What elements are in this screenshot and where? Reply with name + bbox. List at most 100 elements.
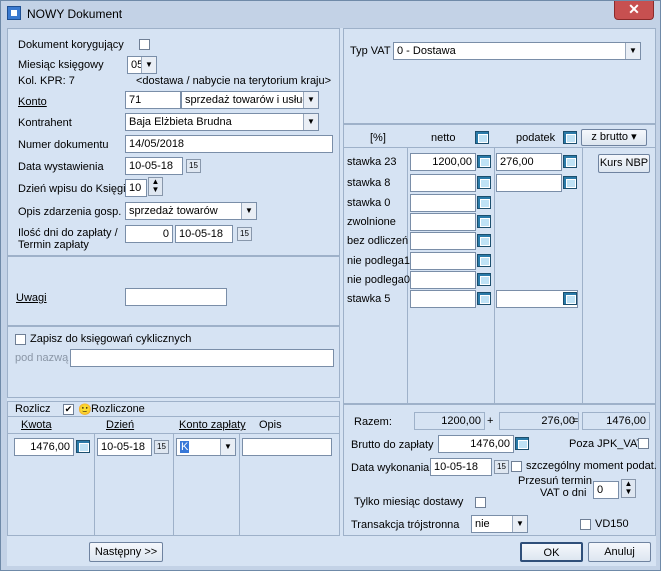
- netto-stawka-8[interactable]: [410, 174, 476, 192]
- vd150-label: VD150: [595, 518, 629, 530]
- rozlicz-konto-select[interactable]: K ▼: [176, 438, 236, 456]
- przesun-input[interactable]: 0: [593, 481, 619, 499]
- ok-button[interactable]: OK: [520, 542, 583, 562]
- kontrahent-label: Kontrahent: [18, 117, 72, 129]
- vd150-checkbox[interactable]: [580, 519, 591, 530]
- header-opis: Opis: [259, 419, 282, 431]
- calculator-icon[interactable]: [477, 273, 491, 286]
- rozlicz-dzien-input[interactable]: 10-05-18: [97, 438, 152, 456]
- kontrahent-select[interactable]: Baja Elżbieta Brudna ▼: [125, 113, 319, 131]
- dialog-window: NOWY Dokument ✕ Dokument korygujący Mies…: [0, 0, 661, 571]
- data-wyst-input[interactable]: 10-05-18: [125, 157, 183, 175]
- calculator-icon[interactable]: [477, 196, 491, 209]
- pod-nazwa-input[interactable]: [70, 349, 334, 367]
- konto-desc-select[interactable]: sprzedaż towarów i usług ▼: [181, 91, 319, 109]
- calculator-icon[interactable]: [563, 176, 577, 189]
- data-wyk-label: Data wykonania: [351, 462, 430, 474]
- razem-netto: 1200,00: [414, 412, 485, 430]
- konto-input[interactable]: 71: [125, 91, 181, 109]
- anuluj-button[interactable]: Anuluj: [588, 542, 651, 562]
- divider: [239, 433, 240, 535]
- spin-icon[interactable]: ▲ ▼: [148, 177, 163, 196]
- calendar-icon[interactable]: 15: [186, 159, 201, 173]
- brutto-label: Brutto do zapłaty: [351, 439, 434, 451]
- chevron-down-icon: ▼: [141, 57, 156, 73]
- calculator-icon[interactable]: [563, 155, 577, 168]
- calculator-icon[interactable]: [515, 437, 529, 450]
- calculator-icon[interactable]: [477, 254, 491, 267]
- opis-select[interactable]: sprzedaż towarów ▼: [125, 202, 257, 220]
- miesiac-select[interactable]: 05 ▼: [127, 56, 157, 74]
- app-icon: [7, 6, 21, 20]
- calculator-icon[interactable]: [76, 440, 90, 453]
- kurs-nbp-button[interactable]: Kurs NBP: [598, 154, 650, 173]
- rozliczone-checkbox[interactable]: ✔: [63, 404, 74, 415]
- dzien-wpisu-input[interactable]: 10: [125, 179, 147, 197]
- typ-vat-select[interactable]: 0 - Dostawa ▼: [393, 42, 641, 60]
- netto-nie-podlega0[interactable]: [410, 271, 476, 289]
- data-wyk-input[interactable]: 10-05-18: [430, 458, 492, 476]
- typ-vat-text: Typ VAT: [350, 45, 391, 57]
- netto-zwolnione[interactable]: [410, 213, 476, 231]
- calculator-icon[interactable]: [477, 234, 491, 247]
- tylko-checkbox[interactable]: [475, 497, 486, 508]
- podatek-stawka-8[interactable]: [496, 174, 562, 192]
- zapisz-checkbox[interactable]: [15, 334, 26, 345]
- calendar-icon[interactable]: 15: [494, 460, 509, 474]
- netto-stawka-23[interactable]: 1200,00: [410, 153, 476, 171]
- calculator-icon[interactable]: [477, 155, 491, 168]
- netto-stawka-0[interactable]: [410, 194, 476, 212]
- spin-icon[interactable]: ▲ ▼: [621, 479, 636, 498]
- chevron-down-icon: ▼: [241, 203, 256, 219]
- podatek-calc-icon[interactable]: [563, 131, 577, 144]
- uwagi-input[interactable]: [125, 288, 227, 306]
- rozlicz-konto-value: K: [180, 441, 190, 453]
- ilosc-input[interactable]: 0: [125, 225, 173, 243]
- row-label-zwolnione: zwolnione: [347, 216, 396, 228]
- rozlicz-opis-input[interactable]: [242, 438, 332, 456]
- calculator-icon[interactable]: [563, 292, 577, 305]
- chevron-down-icon: ▼: [625, 43, 640, 59]
- miesiac-label: Miesiąc księgowy: [18, 59, 104, 71]
- calendar-icon[interactable]: 15: [154, 440, 169, 454]
- kol-kpr: Kol. KPR: 7: [18, 75, 75, 87]
- smiley-icon: 🙂: [78, 404, 92, 416]
- row-label-stawka-5: stawka 5: [347, 293, 391, 305]
- header-kwota: Kwota: [21, 419, 52, 431]
- korygujacy-checkbox[interactable]: [139, 39, 150, 50]
- numer-input[interactable]: 14/05/2018: [125, 135, 333, 153]
- korygujacy-label: Dokument korygujący: [18, 39, 124, 51]
- calculator-icon[interactable]: [477, 292, 491, 305]
- equals-sign: =: [572, 415, 579, 427]
- przesun-label-1: Przesuń termin: [518, 475, 592, 487]
- szczegolny-label: szczególny moment podat.: [526, 460, 657, 472]
- divider: [582, 147, 583, 404]
- close-button[interactable]: ✕: [614, 1, 654, 20]
- poza-jpk-checkbox[interactable]: [638, 438, 649, 449]
- netto-calc-icon[interactable]: [475, 131, 489, 144]
- calculator-icon[interactable]: [477, 176, 491, 189]
- dzien-wpisu-label: Dzień wpisu do Księgi: [18, 183, 126, 195]
- brutto-input[interactable]: 1476,00: [438, 435, 514, 453]
- podatek-stawka-23[interactable]: 276,00: [496, 153, 562, 171]
- pod-nazwa-label: pod nazwą: [15, 352, 69, 364]
- calendar-icon[interactable]: 15: [237, 227, 252, 241]
- ilosc-label: Ilość dni do zapłaty /: [18, 227, 118, 239]
- typ-vat-panel: Typ VAT 0 - Dostawa ▼: [343, 28, 656, 124]
- rozlicz-label: Rozlicz: [15, 403, 51, 415]
- netto-nie-podlega1[interactable]: [410, 252, 476, 270]
- tylko-label: Tylko miesiąc dostawy: [354, 496, 464, 508]
- termin-input[interactable]: 10-05-18: [175, 225, 233, 243]
- rozlicz-panel: Rozlicz ✔ 🙂 Rozliczone Kwota Dzień Konto…: [7, 401, 340, 536]
- nastepny-button[interactable]: Następny >>: [89, 542, 163, 562]
- rozlicz-kwota-input[interactable]: 1476,00: [14, 438, 74, 456]
- chevron-down-icon: ▼: [303, 92, 318, 108]
- trans-select[interactable]: nie ▼: [471, 515, 528, 533]
- netto-bez-odliczen[interactable]: [410, 232, 476, 250]
- calculator-icon[interactable]: [477, 215, 491, 228]
- z-brutto-button[interactable]: z brutto ▾: [581, 129, 647, 146]
- szczegolny-checkbox[interactable]: [511, 461, 522, 472]
- razem-podatek: 276,00: [499, 412, 579, 430]
- col-netto: netto: [431, 132, 456, 144]
- netto-stawka-5[interactable]: [410, 290, 476, 308]
